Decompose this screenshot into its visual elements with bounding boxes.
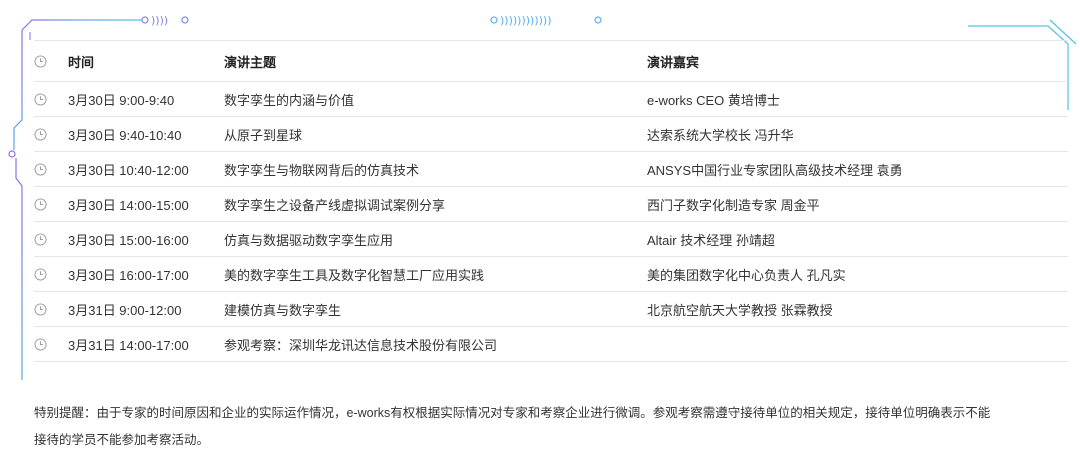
- agenda-table: 时间 演讲主题 演讲嘉宾 3月30日 9:00-9:40 数字孪生的内涵与价值 …: [34, 40, 1068, 362]
- table-row: 3月30日 15:00-16:00 仿真与数据驱动数字孪生应用 Altair 技…: [34, 222, 1068, 257]
- header-speaker: 演讲嘉宾: [647, 54, 700, 70]
- row-time: 3月30日 15:00-16:00: [68, 232, 189, 248]
- notice-line-2: 接待的学员不能参加考察活动。: [34, 433, 210, 447]
- row-time: 3月31日 14:00-17:00: [68, 337, 189, 353]
- row-speaker: ANSYS中国行业专家团队高级技术经理 袁勇: [647, 162, 903, 178]
- row-time: 3月30日 9:40-10:40: [68, 127, 182, 143]
- notice-line-1: 特别提醒：由于专家的时间原因和企业的实际运作情况，e-works有权根据实际情况…: [34, 406, 991, 420]
- row-topic: 仿真与数据驱动数字孪生应用: [224, 232, 394, 248]
- row-speaker: 西门子数字化制造专家 周金平: [647, 197, 820, 213]
- svg-text:)))))))))))): )))))))))))): [500, 14, 552, 27]
- clock-icon: [34, 302, 68, 316]
- row-topic: 数字孪生之设备产线虚拟调试案例分享: [224, 197, 446, 213]
- row-speaker: e-works CEO 黄培博士: [647, 92, 780, 108]
- row-time: 3月30日 14:00-15:00: [68, 197, 189, 213]
- table-row: 3月30日 9:00-9:40 数字孪生的内涵与价值 e-works CEO 黄…: [34, 82, 1068, 117]
- clock-icon: [34, 267, 68, 281]
- table-row: 3月30日 9:40-10:40 从原子到星球 达索系统大学校长 冯升华: [34, 117, 1068, 152]
- table-row: 3月31日 9:00-12:00 建模仿真与数字孪生 北京航空航天大学教授 张霖…: [34, 292, 1068, 327]
- row-topic: 从原子到星球: [224, 127, 303, 143]
- row-topic: 建模仿真与数字孪生: [224, 302, 342, 318]
- row-topic: 数字孪生与物联网背后的仿真技术: [224, 162, 420, 178]
- row-topic: 数字孪生的内涵与价值: [224, 92, 355, 108]
- clock-icon: [34, 232, 68, 246]
- row-speaker: 达索系统大学校长 冯升华: [647, 127, 794, 143]
- row-speaker: 北京航空航天大学教授 张霖教授: [647, 302, 833, 318]
- row-time: 3月30日 16:00-17:00: [68, 267, 189, 283]
- row-speaker: 美的集团数字化中心负责人 孔凡实: [647, 267, 846, 283]
- row-time: 3月31日 9:00-12:00: [68, 302, 182, 318]
- table-row: 3月30日 14:00-15:00 数字孪生之设备产线虚拟调试案例分享 西门子数…: [34, 187, 1068, 222]
- table-row: 3月30日 16:00-17:00 美的数字孪生工具及数字化智慧工厂应用实践 美…: [34, 257, 1068, 292]
- row-speaker: Altair 技术经理 孙靖超: [647, 232, 775, 248]
- table-row: 3月30日 10:40-12:00 数字孪生与物联网背后的仿真技术 ANSYS中…: [34, 152, 1068, 187]
- clock-icon: [34, 127, 68, 141]
- svg-text:)))): )))): [151, 14, 168, 27]
- clock-icon: [34, 197, 68, 211]
- special-notice: 特别提醒：由于专家的时间原因和企业的实际运作情况，e-works有权根据实际情况…: [34, 400, 1074, 454]
- header-time: 时间: [68, 54, 95, 70]
- clock-icon: [34, 54, 68, 68]
- table-header-row: 时间 演讲主题 演讲嘉宾: [34, 40, 1068, 82]
- header-topic: 演讲主题: [224, 54, 277, 70]
- clock-icon: [34, 337, 68, 351]
- row-time: 3月30日 10:40-12:00: [68, 162, 189, 178]
- clock-icon: [34, 162, 68, 176]
- row-topic: 美的数字孪生工具及数字化智慧工厂应用实践: [224, 267, 485, 283]
- clock-icon: [34, 92, 68, 106]
- row-topic: 参观考察：深圳华龙讯达信息技术股份有限公司: [224, 337, 498, 353]
- row-time: 3月30日 9:00-9:40: [68, 92, 175, 108]
- table-row: 3月31日 14:00-17:00 参观考察：深圳华龙讯达信息技术股份有限公司: [34, 327, 1068, 362]
